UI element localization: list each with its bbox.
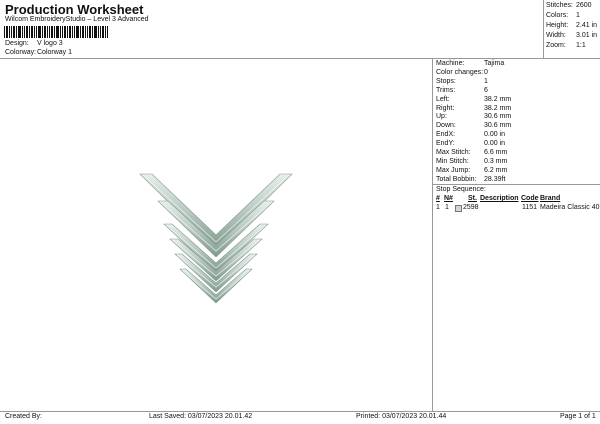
row-brand: Madeira Classic 40	[540, 204, 600, 211]
created-by: Created By:	[5, 413, 42, 420]
detail-row: Stops: 1	[436, 78, 600, 87]
detail-label: EndY:	[436, 140, 455, 148]
colors-row: Colors: 1	[546, 12, 600, 21]
detail-row: Trims: 6	[436, 87, 600, 96]
width-label: Width:	[546, 32, 566, 39]
zoom-value: 1:1	[576, 42, 586, 49]
detail-label: Up:	[436, 113, 447, 121]
zoom-row: Zoom: 1:1	[546, 42, 600, 51]
detail-row: Color changes: 0	[436, 69, 600, 78]
col-n: N#	[444, 195, 453, 202]
detail-value: 30.6 mm	[484, 113, 512, 121]
col-desc: Description	[480, 195, 519, 202]
footer-divider	[0, 411, 600, 412]
detail-row: EndX: 0.00 in	[436, 131, 600, 140]
detail-row: Min Stitch: 0.3 mm	[436, 158, 600, 167]
detail-value: 28.39ft	[484, 175, 506, 183]
detail-label: Max Jump:	[436, 166, 471, 174]
detail-label: EndX:	[436, 131, 456, 139]
detail-label: Color changes:	[436, 68, 484, 76]
detail-row: EndY: 0.00 in	[436, 140, 600, 149]
footer: Created By: Last Saved: 03/07/2023 20.01…	[0, 413, 600, 423]
detail-label: Total Bobbin:	[436, 175, 477, 183]
detail-row: Up: 30.6 mm	[436, 113, 600, 122]
row-st: 2598	[463, 204, 479, 211]
table-row[interactable]: 1 1 2598 1151 Madeira Classic 40	[436, 204, 600, 213]
detail-label: Right:	[436, 104, 455, 112]
detail-row: Max Stitch: 6.6 mm	[436, 149, 600, 158]
detail-label: Down:	[436, 122, 456, 130]
detail-value: 6.6 mm	[484, 149, 508, 156]
software-subtitle: Wilcom EmbroideryStudio – Level 3 Advanc…	[5, 16, 149, 23]
detail-row: Machine: Tajima	[436, 60, 600, 69]
detail-value: 30.6 mm	[484, 122, 512, 130]
detail-value: 38.2 mm	[484, 104, 512, 112]
page-number: Page 1 of 1	[560, 413, 596, 420]
detail-value: 0.00 in	[484, 140, 506, 148]
col-num: #	[436, 195, 440, 202]
last-saved: Last Saved: 03/07/2023 20.01.42	[149, 413, 253, 420]
colors-label: Colors:	[546, 12, 569, 19]
barcode-icon	[4, 26, 108, 38]
detail-label: Min Stitch:	[436, 157, 469, 165]
design-preview[interactable]	[0, 59, 432, 411]
stop-sequence-header: # N# St. Description Code Brand	[436, 195, 600, 204]
row-code: 1151	[522, 204, 538, 211]
stitches-value: 2600	[576, 2, 592, 9]
detail-label: Stops:	[436, 77, 456, 85]
detail-value: 1	[484, 77, 488, 85]
detail-value: 6	[484, 86, 488, 94]
zoom-label: Zoom:	[546, 42, 566, 49]
detail-label: Max Stitch:	[436, 149, 471, 156]
design-label: Design:	[5, 40, 29, 47]
row-n: 1	[445, 204, 449, 211]
detail-row: Left: 38.2 mm	[436, 96, 600, 105]
details-panel: Machine: Tajima Color changes: 0 Stops: 1 Trim…	[436, 60, 600, 184]
colorway-value: Colorway 1	[37, 49, 73, 56]
detail-row: Right: 38.2 mm	[436, 105, 600, 114]
col-brand: Brand	[540, 195, 561, 202]
stop-sequence-title: Stop Sequence:	[436, 186, 486, 193]
detail-value: Tajima	[484, 60, 505, 67]
width-value: 3.01 in	[576, 32, 598, 39]
design-value: V logo 3	[37, 40, 63, 47]
detail-label: Trims:	[436, 86, 456, 94]
thread-swatch	[455, 205, 462, 212]
height-label: Height:	[546, 22, 569, 29]
detail-value: 6.2 mm	[484, 166, 508, 174]
stop-sequence: Stop Sequence: # N# St. Description Code…	[436, 186, 600, 216]
colors-value: 1	[576, 12, 580, 19]
col-st: St.	[468, 195, 477, 202]
detail-label: Machine:	[436, 60, 465, 67]
detail-row: Total Bobbin: 28.39ft	[436, 176, 600, 185]
summary-panel: Stitches: 2600 Colors: 1 Height: 2.41 in…	[546, 2, 600, 50]
height-row: Height: 2.41 in	[546, 22, 600, 31]
height-value: 2.41 in	[576, 22, 598, 29]
detail-row: Max Jump: 6.2 mm	[436, 167, 600, 176]
page-title: Production Worksheet	[5, 2, 144, 17]
row-num: 1	[436, 204, 440, 211]
colorway-row: Colorway: Colorway 1	[5, 49, 205, 58]
col-code: Code	[521, 195, 539, 202]
colorway-label: Colorway:	[5, 49, 37, 56]
stitches-label: Stitches:	[546, 2, 573, 9]
detail-value: 0.00 in	[484, 131, 506, 139]
detail-value: 0	[484, 68, 488, 76]
panel-divider	[432, 58, 433, 411]
width-row: Width: 3.01 in	[546, 32, 600, 41]
detail-label: Left:	[436, 95, 450, 103]
summary-divider	[543, 0, 544, 58]
detail-value: 38.2 mm	[484, 95, 512, 103]
printed-date: Printed: 03/07/2023 20.01.44	[356, 413, 447, 420]
v-chevron-logo-icon	[139, 173, 293, 304]
design-row: Design: V logo 3	[5, 40, 205, 49]
detail-value: 0.3 mm	[484, 157, 508, 165]
detail-row: Down: 30.6 mm	[436, 122, 600, 131]
stitches-row: Stitches: 2600	[546, 2, 600, 11]
